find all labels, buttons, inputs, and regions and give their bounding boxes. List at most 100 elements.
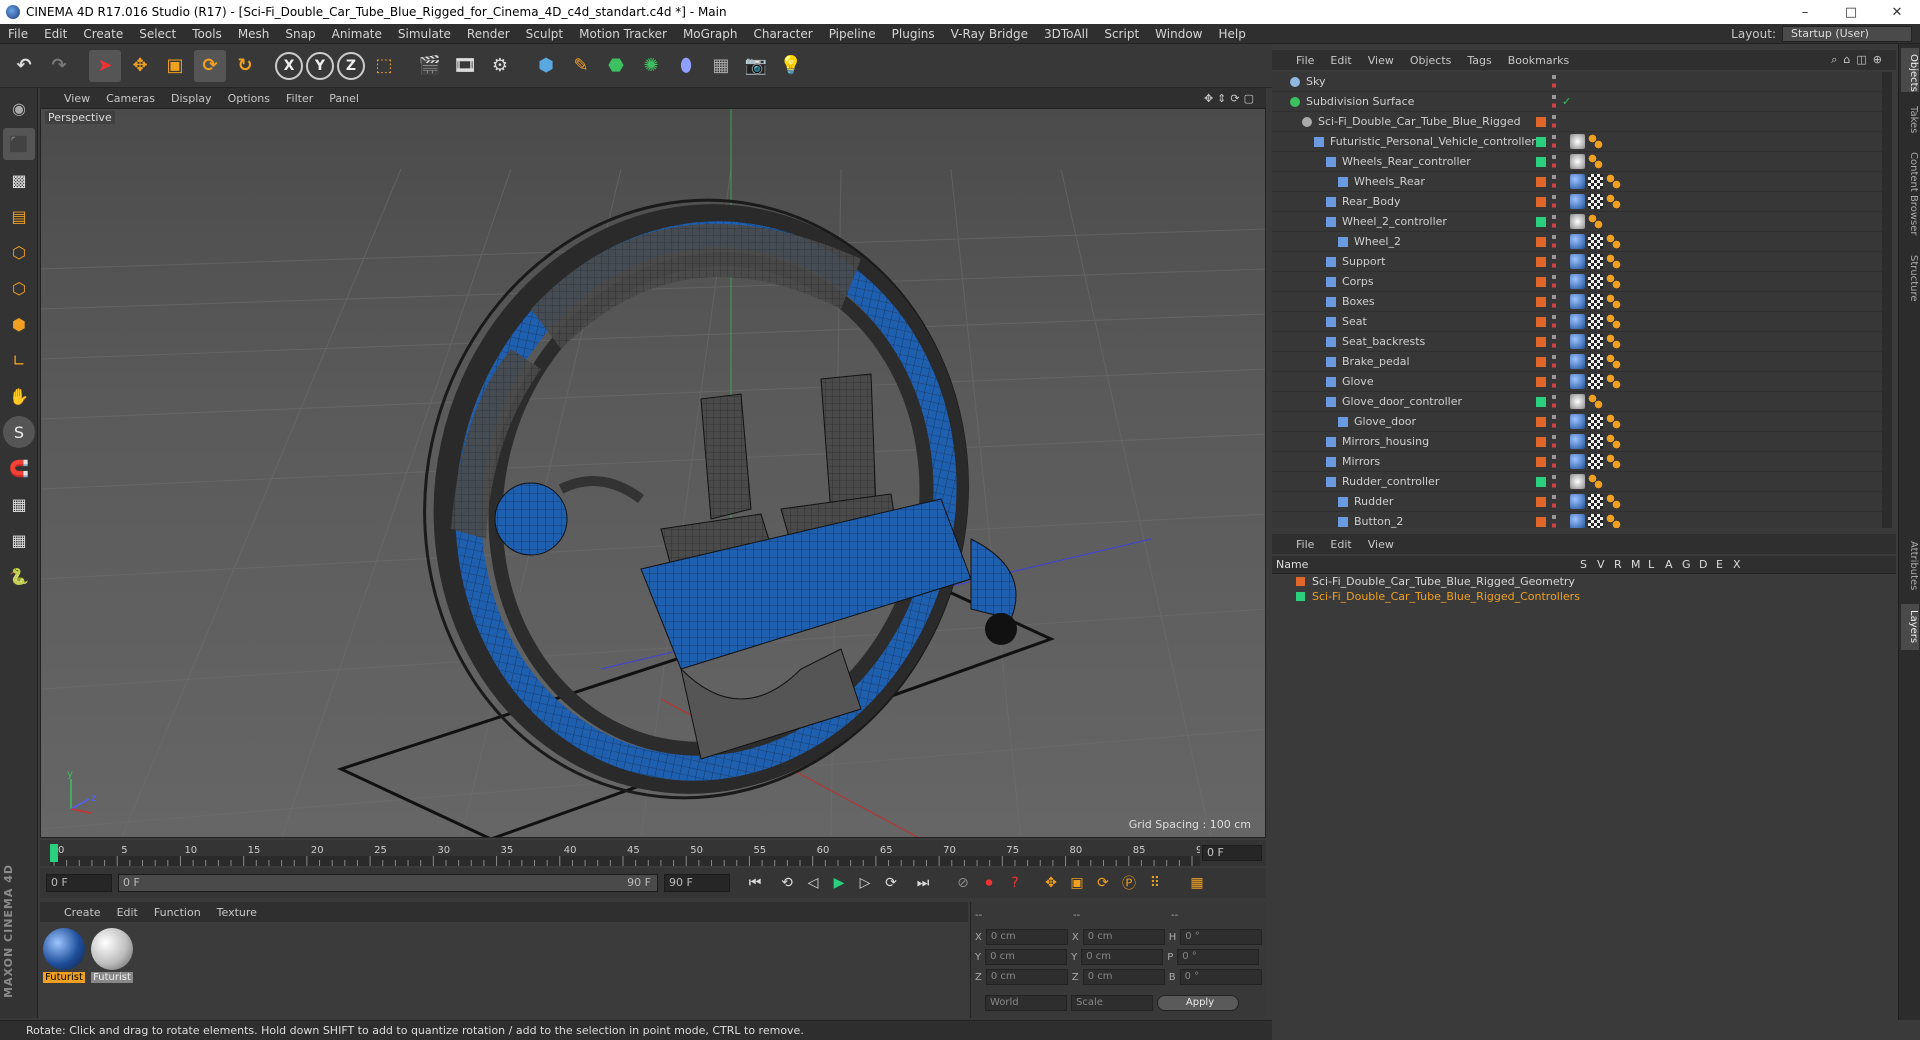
obj-menu-file[interactable]: File: [1296, 54, 1314, 67]
obj-menu-tags[interactable]: Tags: [1467, 54, 1491, 67]
visibility-dots-icon[interactable]: [1552, 295, 1556, 309]
object-row[interactable]: Futuristic_Personal_Vehicle_controller: [1272, 132, 1882, 152]
3d-viewport[interactable]: y z Perspective Grid Spacing : 100 cm: [40, 108, 1266, 838]
layer-color-icon[interactable]: [1536, 197, 1546, 207]
subdivision-icon[interactable]: ⬣: [600, 50, 632, 82]
layer-header-col[interactable]: D: [1699, 556, 1707, 574]
phong-tag-icon[interactable]: [1606, 194, 1621, 209]
visibility-dots-icon[interactable]: [1552, 275, 1556, 289]
uvw-tag-icon[interactable]: [1588, 234, 1603, 249]
position-y-field[interactable]: 0 cm: [985, 949, 1068, 965]
menu-mesh[interactable]: Mesh: [230, 24, 278, 44]
menu-sculpt[interactable]: Sculpt: [518, 24, 571, 44]
material-tag-icon[interactable]: [1570, 374, 1585, 389]
phong-tag-icon[interactable]: [1588, 154, 1603, 169]
workplane-icon[interactable]: ▤: [3, 200, 35, 232]
menu-plugins[interactable]: Plugins: [884, 24, 943, 44]
layer-menu-file[interactable]: File: [1296, 538, 1314, 551]
layer-color-swatch[interactable]: [1296, 577, 1305, 586]
material-tag-icon[interactable]: [1570, 414, 1585, 429]
menu-file[interactable]: File: [0, 24, 36, 44]
visibility-dots-icon[interactable]: [1552, 515, 1556, 528]
axis-mode-icon[interactable]: ∟: [3, 344, 35, 376]
phong-tag-icon[interactable]: [1606, 434, 1621, 449]
uvw-tag-icon[interactable]: [1588, 494, 1603, 509]
phong-tag-icon[interactable]: [1606, 174, 1621, 189]
key-parameter-icon[interactable]: Ⓟ: [1116, 871, 1142, 895]
size-z-field[interactable]: 0 cm: [1082, 969, 1165, 985]
apply-button[interactable]: Apply: [1157, 995, 1239, 1011]
phong-tag-icon[interactable]: [1606, 294, 1621, 309]
play-icon[interactable]: ▶: [826, 871, 852, 895]
enabled-check-icon[interactable]: ✓: [1562, 92, 1571, 112]
phong-tag-icon[interactable]: [1588, 134, 1603, 149]
layer-header-col[interactable]: G: [1682, 556, 1691, 574]
material-tag-icon[interactable]: [1570, 134, 1585, 149]
menu-3dtoall[interactable]: 3DToAll: [1036, 24, 1096, 44]
obj-menu-edit[interactable]: Edit: [1330, 54, 1351, 67]
move-icon[interactable]: ✥: [124, 50, 156, 82]
prev-frame-icon[interactable]: ◁: [800, 871, 826, 895]
material-menu-edit[interactable]: Edit: [117, 906, 138, 919]
select-cursor-icon[interactable]: ➤: [89, 49, 121, 82]
z-axis-icon[interactable]: Z: [337, 51, 365, 80]
phong-tag-icon[interactable]: [1606, 494, 1621, 509]
layer-header-col[interactable]: S: [1580, 556, 1587, 574]
goto-end-icon[interactable]: ⏭: [910, 871, 936, 895]
layer-color-icon[interactable]: [1536, 237, 1546, 247]
visibility-dots-icon[interactable]: [1552, 135, 1556, 149]
visibility-dots-icon[interactable]: [1552, 415, 1556, 429]
uvw-tag-icon[interactable]: [1588, 314, 1603, 329]
uvw-tag-icon[interactable]: [1588, 434, 1603, 449]
coord-mode-world-dropdown[interactable]: World: [985, 995, 1067, 1011]
size-y-field[interactable]: 0 cm: [1081, 949, 1164, 965]
tweak-mode-icon[interactable]: ✋: [3, 380, 35, 412]
object-row[interactable]: Sky: [1272, 72, 1882, 92]
object-row[interactable]: Sci-Fi_Double_Car_Tube_Blue_Rigged: [1272, 112, 1882, 132]
layer-color-icon[interactable]: [1536, 477, 1546, 487]
visibility-dots-icon[interactable]: [1552, 235, 1556, 249]
viewport-menu-panel[interactable]: Panel: [329, 92, 359, 105]
phong-tag-icon[interactable]: [1606, 374, 1621, 389]
material-tag-icon[interactable]: [1570, 254, 1585, 269]
material-tag-icon[interactable]: [1570, 494, 1585, 509]
menu-render[interactable]: Render: [459, 24, 518, 44]
viewport-nav-icons[interactable]: ✥⇕⟳▢: [1204, 92, 1258, 105]
tab-structure[interactable]: Structure: [1901, 248, 1919, 308]
layer-row[interactable]: Sci-Fi_Double_Car_Tube_Blue_Rigged_Contr…: [1272, 589, 1896, 604]
object-row[interactable]: Seat: [1272, 312, 1882, 332]
key-position-icon[interactable]: ✥: [1038, 871, 1064, 895]
layer-row[interactable]: Sci-Fi_Double_Car_Tube_Blue_Rigged_Geome…: [1272, 574, 1896, 589]
render-settings-icon[interactable]: ⚙: [484, 50, 516, 82]
lock-workplane-icon[interactable]: ▦: [3, 488, 35, 520]
object-row[interactable]: Rear_Body: [1272, 192, 1882, 212]
key-point-level-icon[interactable]: ⠿: [1142, 871, 1168, 895]
phong-tag-icon[interactable]: [1606, 354, 1621, 369]
next-frame-icon[interactable]: ▷: [852, 871, 878, 895]
obj-manager-nav-icons[interactable]: ⌕⌂◫⊕: [1831, 53, 1888, 67]
undo-icon[interactable]: ↶: [8, 50, 40, 82]
timeline-ruler[interactable]: 0 5 10 15 20 25 30 35 40 45 50 55 60 65 70 75 80 85 90: [50, 840, 1200, 866]
menu-character[interactable]: Character: [745, 24, 820, 44]
object-row[interactable]: Button_2: [1272, 512, 1882, 528]
layer-color-icon[interactable]: [1536, 157, 1546, 167]
layer-color-icon[interactable]: [1536, 437, 1546, 447]
object-row[interactable]: Wheels_Rear: [1272, 172, 1882, 192]
viewport-menu-view[interactable]: View: [64, 92, 90, 105]
python-icon[interactable]: 🐍: [3, 560, 35, 592]
visibility-dots-icon[interactable]: [1552, 115, 1556, 129]
menu-animate[interactable]: Animate: [324, 24, 390, 44]
uvw-tag-icon[interactable]: [1588, 354, 1603, 369]
render-picture-viewer-icon[interactable]: 🎞: [449, 50, 481, 82]
layer-color-icon[interactable]: [1536, 517, 1546, 527]
visibility-dots-icon[interactable]: [1552, 355, 1556, 369]
material-tag-icon[interactable]: [1570, 274, 1585, 289]
render-view-icon[interactable]: 🎬: [414, 50, 446, 82]
visibility-dots-icon[interactable]: [1552, 455, 1556, 469]
menu-motion-tracker[interactable]: Motion Tracker: [571, 24, 675, 44]
model-mode-icon[interactable]: ⬛: [3, 128, 35, 160]
array-icon[interactable]: ✺: [635, 50, 667, 82]
uvw-tag-icon[interactable]: [1588, 274, 1603, 289]
layer-color-icon[interactable]: [1536, 117, 1546, 127]
visibility-dots-icon[interactable]: [1552, 395, 1556, 409]
